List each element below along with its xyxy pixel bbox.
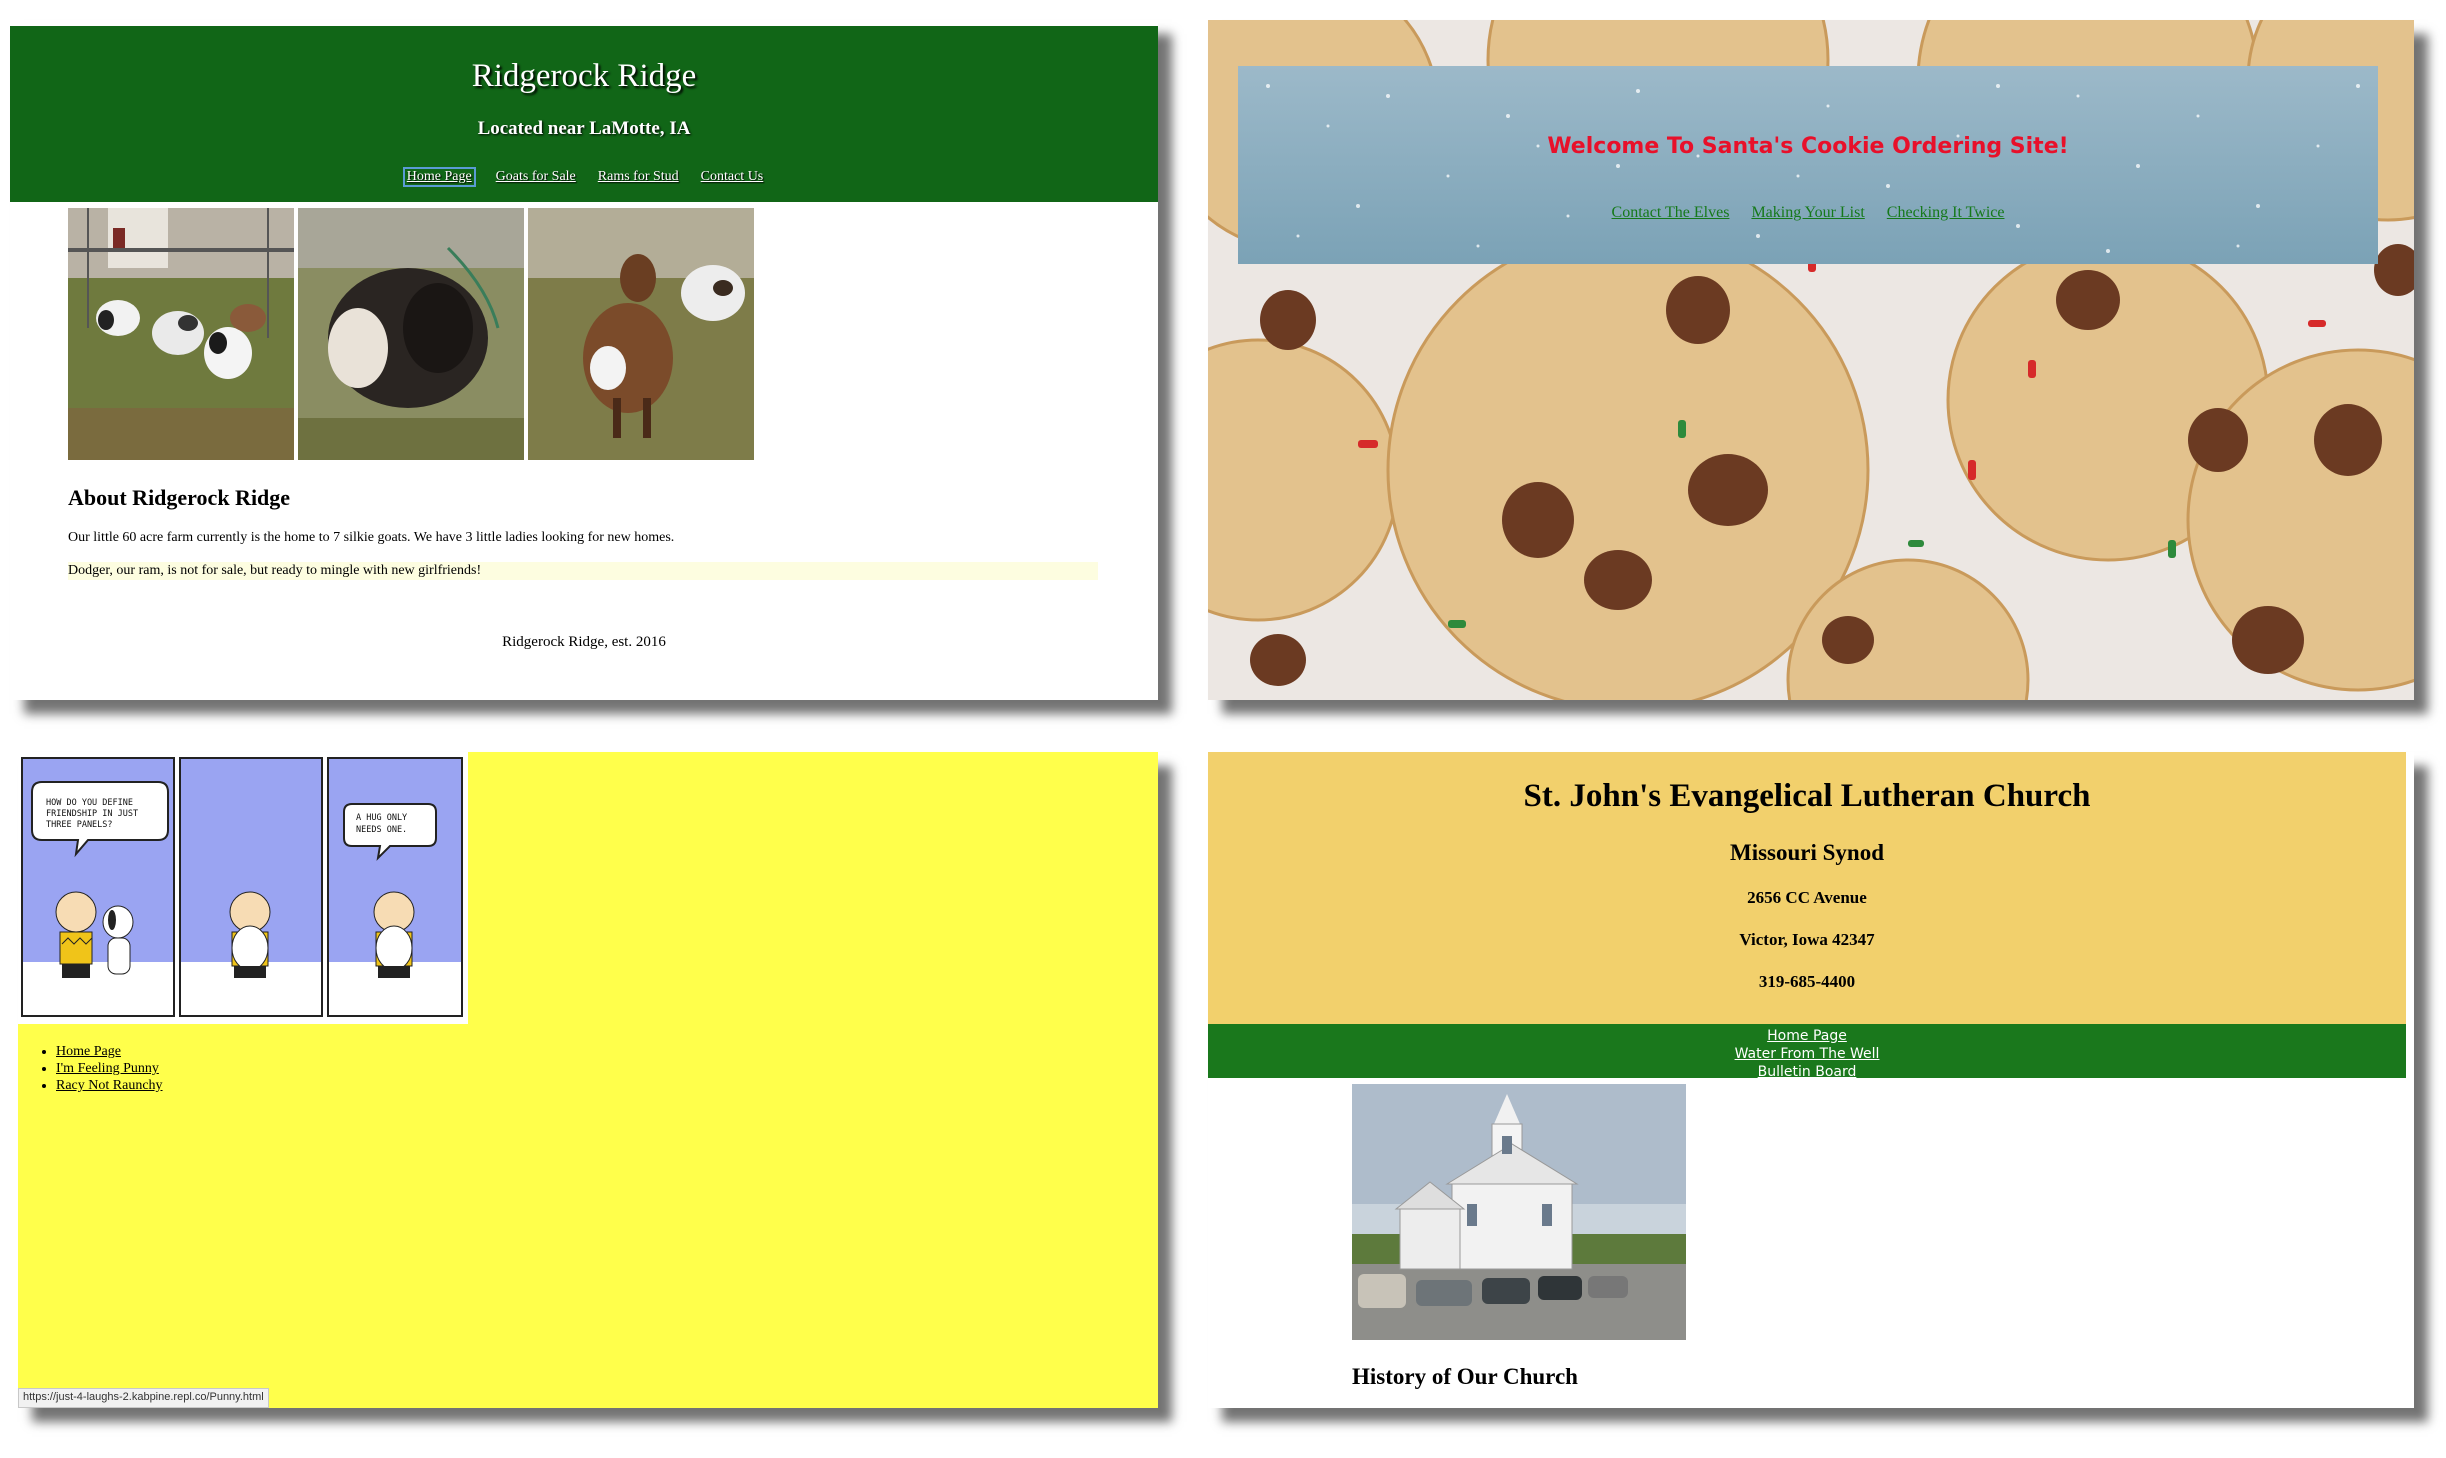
church-phone: 319-685-4400 — [1758, 972, 1856, 991]
nav-racy-not-raunchy[interactable]: Racy Not Raunchy — [56, 1078, 163, 1093]
about-heading: About Ridgerock Ridge — [68, 485, 291, 510]
goat-photo-brown — [528, 208, 754, 460]
nav-checking-it-twice[interactable]: Checking It Twice — [1887, 204, 2005, 222]
comic-nav-list: Home Page I'm Feeling Punny Racy Not Rau… — [56, 1044, 163, 1095]
nav-making-your-list[interactable]: Making Your List — [1751, 204, 1864, 222]
about-text: Our little 60 acre farm currently is the… — [68, 530, 675, 545]
speech-bubble-question: HOW DO YOU DEFINE FRIENDSHIP IN JUST THR… — [46, 798, 166, 831]
nav-goats-for-sale[interactable]: Goats for Sale — [496, 169, 576, 185]
comic-page: HOW DO YOU DEFINE FRIENDSHIP IN JUST THR… — [18, 752, 1158, 1408]
nav-home-page[interactable]: Home Page — [1208, 1027, 2406, 1045]
page-subtitle: Located near LaMotte, IA — [477, 118, 691, 139]
goat-photo-dark — [298, 208, 524, 460]
nav-rams-for-stud[interactable]: Rams for Stud — [598, 169, 679, 185]
goat-photo-herd — [68, 208, 294, 460]
nav-contact-the-elves[interactable]: Contact The Elves — [1612, 204, 1730, 222]
browser-status-url: https://just-4-laughs-2.kabpine.repl.co/… — [18, 1388, 269, 1408]
church-page: St. John's Evangelical Lutheran Church M… — [1208, 752, 2414, 1408]
speech-bubble-answer: A HUG ONLY NEEDS ONE. — [356, 812, 436, 836]
goat-photos — [68, 208, 754, 460]
ridgerock-nav: Home Page Goats for Sale Rams for Stud C… — [10, 167, 1158, 187]
comic-strip-image: HOW DO YOU DEFINE FRIENDSHIP IN JUST THR… — [18, 752, 468, 1024]
list-item: Racy Not Raunchy — [56, 1078, 163, 1094]
church-nav: Home Page Water From The Well Bulletin B… — [1208, 1024, 2406, 1081]
snow-pattern — [1266, 84, 2360, 253]
list-item: I'm Feeling Punny — [56, 1061, 163, 1077]
nav-contact-us[interactable]: Contact Us — [701, 169, 764, 185]
ridgerock-header: Ridgerock Ridge Located near LaMotte, IA… — [10, 26, 1158, 202]
nav-home-page[interactable]: Home Page — [56, 1044, 121, 1059]
church-address: 2656 CC Avenue — [1747, 888, 1867, 907]
santa-page: Welcome To Santa's Cookie Ordering Site!… — [1208, 20, 2414, 700]
nav-bulletin-board[interactable]: Bulletin Board — [1208, 1063, 2406, 1081]
bubble1-line1: HOW DO YOU DEFINE — [46, 798, 133, 808]
santa-banner: Welcome To Santa's Cookie Ordering Site!… — [1238, 66, 2378, 264]
bubble1-line3: THREE PANELS? — [46, 820, 113, 830]
church-title: St. John's Evangelical Lutheran Church — [1523, 778, 2091, 814]
church-header: St. John's Evangelical Lutheran Church M… — [1208, 752, 2406, 1024]
nav-im-feeling-punny[interactable]: I'm Feeling Punny — [56, 1061, 159, 1076]
history-heading: History of Our Church — [1352, 1364, 1578, 1389]
ridgerock-footer: Ridgerock Ridge, est. 2016 — [502, 634, 666, 650]
church-synod: Missouri Synod — [1729, 840, 1884, 865]
page-title: Ridgerock Ridge — [471, 58, 697, 94]
church-city: Victor, Iowa 42347 — [1739, 930, 1875, 949]
nav-water-from-the-well[interactable]: Water From The Well — [1208, 1045, 2406, 1063]
santa-nav: Contact The Elves Making Your List Check… — [1238, 204, 2378, 222]
ram-text: Dodger, our ram, is not for sale, but re… — [68, 562, 1098, 580]
ridgerock-page: Ridgerock Ridge Located near LaMotte, IA… — [10, 20, 1158, 700]
bubble2-line1: A HUG ONLY — [356, 813, 408, 823]
bubble1-line2: FRIENDSHIP IN JUST — [46, 809, 139, 819]
nav-home-page[interactable]: Home Page — [402, 167, 476, 187]
santa-title: Welcome To Santa's Cookie Ordering Site! — [1547, 134, 2069, 159]
bubble2-line2: NEEDS ONE. — [356, 825, 408, 835]
church-photo — [1352, 1084, 1686, 1340]
list-item: Home Page — [56, 1044, 163, 1060]
